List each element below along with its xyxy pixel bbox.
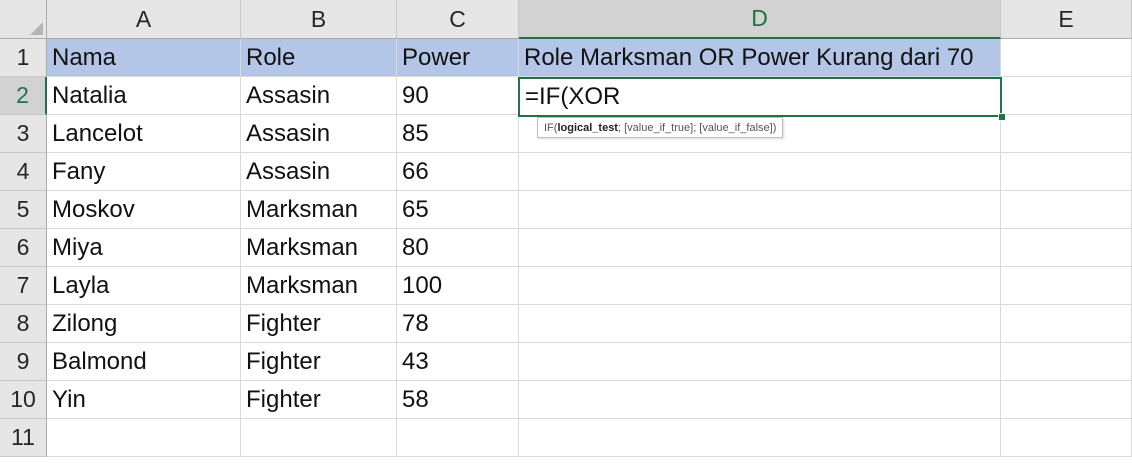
- cell-a2[interactable]: Natalia: [47, 77, 241, 115]
- cell-e1[interactable]: [1001, 39, 1132, 77]
- cell-e7[interactable]: [1001, 267, 1132, 305]
- cell-b2[interactable]: Assasin: [241, 77, 397, 115]
- row-header-8[interactable]: 8: [0, 305, 47, 343]
- cell-a5[interactable]: Moskov: [47, 191, 241, 229]
- cell-b10[interactable]: Fighter: [241, 381, 397, 419]
- row-header-9[interactable]: 9: [0, 343, 47, 381]
- tooltip-remaining-arguments: ; [value_if_true]; [value_if_false]): [617, 121, 777, 134]
- cell-d11[interactable]: [519, 419, 1001, 457]
- row-header-5[interactable]: 5: [0, 191, 47, 229]
- cell-c9[interactable]: 43: [397, 343, 519, 381]
- cell-e10[interactable]: [1001, 381, 1132, 419]
- cell-c5[interactable]: 65: [397, 191, 519, 229]
- column-header-e[interactable]: E: [1001, 0, 1132, 39]
- cell-c2[interactable]: 90: [397, 77, 519, 115]
- spreadsheet-grid: A B C D E 1 2 3 4 5 6 7 8 9 10 11 Nama R…: [0, 0, 1132, 466]
- column-header-c[interactable]: C: [397, 0, 519, 39]
- row-header-4[interactable]: 4: [0, 153, 47, 191]
- column-header-a[interactable]: A: [47, 0, 241, 39]
- cell-d5[interactable]: [519, 191, 1001, 229]
- cell-d9[interactable]: [519, 343, 1001, 381]
- cell-d1[interactable]: Role Marksman OR Power Kurang dari 70: [519, 39, 1001, 77]
- cell-e5[interactable]: [1001, 191, 1132, 229]
- cell-e8[interactable]: [1001, 305, 1132, 343]
- cell-a3[interactable]: Lancelot: [47, 115, 241, 153]
- tooltip-current-argument[interactable]: logical_test: [557, 122, 618, 134]
- cell-e4[interactable]: [1001, 153, 1132, 191]
- cell-a10[interactable]: Yin: [47, 381, 241, 419]
- cell-c7[interactable]: 100: [397, 267, 519, 305]
- cell-b1[interactable]: Role: [241, 39, 397, 77]
- cell-b8[interactable]: Fighter: [241, 305, 397, 343]
- cell-b7[interactable]: Marksman: [241, 267, 397, 305]
- cell-d4[interactable]: [519, 153, 1001, 191]
- fill-handle[interactable]: [998, 113, 1006, 121]
- cell-e11[interactable]: [1001, 419, 1132, 457]
- select-all-triangle-icon: [30, 22, 43, 35]
- cell-b4[interactable]: Assasin: [241, 153, 397, 191]
- cell-c4[interactable]: 66: [397, 153, 519, 191]
- column-header-b[interactable]: B: [241, 0, 397, 39]
- cell-a6[interactable]: Miya: [47, 229, 241, 267]
- cell-c11[interactable]: [397, 419, 519, 457]
- cell-b11[interactable]: [241, 419, 397, 457]
- cell-c3[interactable]: 85: [397, 115, 519, 153]
- row-header-6[interactable]: 6: [0, 229, 47, 267]
- cell-c8[interactable]: 78: [397, 305, 519, 343]
- cell-a8[interactable]: Zilong: [47, 305, 241, 343]
- cell-e3[interactable]: [1001, 115, 1132, 153]
- select-all-corner[interactable]: [0, 0, 47, 39]
- cell-b9[interactable]: Fighter: [241, 343, 397, 381]
- cell-a4[interactable]: Fany: [47, 153, 241, 191]
- column-header-d[interactable]: D: [519, 0, 1001, 39]
- function-argument-tooltip: IF(logical_test; [value_if_true]; [value…: [537, 117, 784, 138]
- cell-d8[interactable]: [519, 305, 1001, 343]
- cell-e6[interactable]: [1001, 229, 1132, 267]
- row-header-10[interactable]: 10: [0, 381, 47, 419]
- cell-e2[interactable]: [1001, 77, 1132, 115]
- cell-e9[interactable]: [1001, 343, 1132, 381]
- cell-b3[interactable]: Assasin: [241, 115, 397, 153]
- cell-a1[interactable]: Nama: [47, 39, 241, 77]
- cell-a9[interactable]: Balmond: [47, 343, 241, 381]
- cell-a7[interactable]: Layla: [47, 267, 241, 305]
- active-cell-d2[interactable]: =IF(XOR: [518, 77, 1002, 117]
- cell-c1[interactable]: Power: [397, 39, 519, 77]
- row-header-11[interactable]: 11: [0, 419, 47, 457]
- cell-c6[interactable]: 80: [397, 229, 519, 267]
- cell-d6[interactable]: [519, 229, 1001, 267]
- cell-a11[interactable]: [47, 419, 241, 457]
- row-header-3[interactable]: 3: [0, 115, 47, 153]
- cell-d7[interactable]: [519, 267, 1001, 305]
- tooltip-function-name[interactable]: IF(: [544, 122, 557, 134]
- cell-b5[interactable]: Marksman: [241, 191, 397, 229]
- cell-c10[interactable]: 58: [397, 381, 519, 419]
- cell-b6[interactable]: Marksman: [241, 229, 397, 267]
- row-header-7[interactable]: 7: [0, 267, 47, 305]
- row-header-2[interactable]: 2: [0, 77, 47, 115]
- cell-d10[interactable]: [519, 381, 1001, 419]
- row-header-1[interactable]: 1: [0, 39, 47, 77]
